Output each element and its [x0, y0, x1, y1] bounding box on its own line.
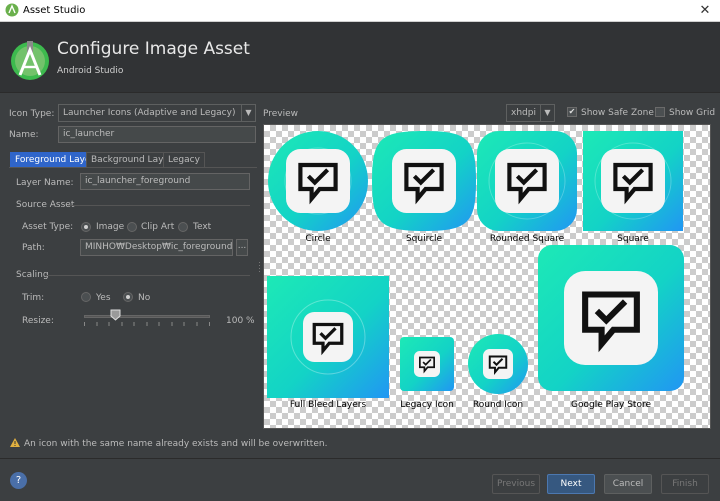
icon-type-label: Icon Type:: [9, 109, 55, 119]
asset-type-image-radio[interactable]: [81, 222, 91, 232]
source-asset-divider: [68, 205, 250, 206]
icon-type-dropdown[interactable]: Launcher Icons (Adaptive and Legacy) ▼: [58, 104, 256, 122]
rounded-square-icon-preview: [477, 131, 577, 231]
next-button[interactable]: Next: [547, 474, 595, 494]
show-grid-label: Show Grid: [669, 108, 716, 118]
browse-button[interactable]: ...: [236, 239, 248, 256]
window-titlebar: Asset Studio ✕: [0, 0, 720, 22]
asset-type-image-label: Image: [96, 222, 125, 232]
show-safe-zone-label: Show Safe Zone: [581, 108, 654, 118]
layer-name-input[interactable]: ic_launcher_foreground: [80, 173, 250, 190]
preview-label: Preview: [263, 109, 299, 119]
caption-rounded-square: Rounded Square: [489, 234, 565, 244]
path-input[interactable]: MINHO₩Desktop₩ic_foreground.png: [80, 239, 233, 256]
help-button[interactable]: ?: [10, 472, 27, 489]
asset-type-text-label: Text: [193, 222, 212, 232]
full-bleed-layers-preview: [267, 276, 389, 398]
scaling-divider: [46, 275, 250, 276]
caption-circle: Circle: [305, 234, 331, 244]
square-icon-preview: [583, 131, 683, 231]
google-play-store-preview: [538, 245, 684, 391]
android-studio-icon: [5, 3, 19, 17]
icon-type-value: Launcher Icons (Adaptive and Legacy): [63, 108, 236, 118]
overwrite-warning: An icon with the same name already exist…: [10, 438, 327, 449]
window-title: Asset Studio: [23, 5, 86, 16]
show-safe-zone-checkbox[interactable]: ✔: [567, 107, 577, 117]
close-window-button[interactable]: ✕: [690, 0, 720, 22]
legacy-icon-preview: [400, 337, 454, 391]
page-subtitle: Android Studio: [57, 66, 124, 76]
trim-no-label: No: [138, 293, 151, 303]
wizard-header: Configure Image Asset Android Studio: [0, 22, 720, 92]
caption-round-icon: Round Icon: [472, 400, 524, 410]
tab-legacy[interactable]: Legacy: [163, 152, 205, 168]
density-dropdown[interactable]: xhdpi ▼: [506, 104, 555, 122]
trim-label: Trim:: [22, 293, 45, 303]
finish-button[interactable]: Finish: [661, 474, 709, 494]
warning-icon: [10, 438, 20, 447]
caption-full-bleed-layers: Full Bleed Layers: [289, 400, 367, 410]
caption-square: Square: [617, 234, 649, 244]
resize-value: 100 %: [226, 316, 255, 326]
path-label: Path:: [22, 243, 45, 253]
chevron-down-icon: ▼: [540, 105, 554, 121]
asset-type-clipart-label: Clip Art: [141, 222, 175, 232]
previous-button[interactable]: Previous: [492, 474, 540, 494]
caption-legacy-icon: Legacy Icon: [400, 400, 454, 410]
resize-slider-track[interactable]: [84, 315, 210, 318]
name-input[interactable]: ic_launcher: [58, 126, 256, 143]
warning-text: An icon with the same name already exist…: [24, 439, 328, 449]
show-grid-checkbox[interactable]: [655, 107, 665, 117]
squircle-icon-preview: [372, 131, 476, 231]
trim-yes-label: Yes: [96, 293, 111, 303]
footer-divider: [0, 458, 720, 459]
trim-yes-radio[interactable]: [81, 292, 91, 302]
caption-squircle: Squircle: [405, 234, 443, 244]
round-icon-preview: [468, 334, 528, 394]
asset-type-text-radio[interactable]: [178, 222, 188, 232]
android-studio-logo-icon: [11, 41, 49, 80]
chevron-down-icon: ▼: [241, 105, 255, 121]
circle-icon-preview: [268, 131, 368, 231]
resize-slider-ticks: [84, 322, 210, 326]
asset-type-clipart-radio[interactable]: [127, 222, 137, 232]
caption-google-play-store: Google Play Store: [570, 400, 652, 410]
layer-name-label: Layer Name:: [16, 178, 74, 188]
splitter-handle-icon[interactable]: [258, 262, 261, 272]
resize-label: Resize:: [22, 316, 54, 326]
cancel-button[interactable]: Cancel: [604, 474, 652, 494]
scaling-section-title: Scaling: [16, 270, 49, 280]
trim-no-radio[interactable]: [123, 292, 133, 302]
asset-type-label: Asset Type:: [22, 222, 74, 232]
name-label: Name:: [9, 130, 39, 140]
density-value: xhdpi: [511, 108, 536, 118]
page-title: Configure Image Asset: [57, 39, 250, 59]
source-asset-section-title: Source Asset: [16, 200, 75, 210]
header-divider: [0, 92, 720, 93]
tab-underline: [9, 167, 257, 168]
preview-canvas: Circle Squircle Rounded Square Square Fu…: [263, 124, 711, 429]
resize-slider-thumb[interactable]: [110, 309, 121, 321]
